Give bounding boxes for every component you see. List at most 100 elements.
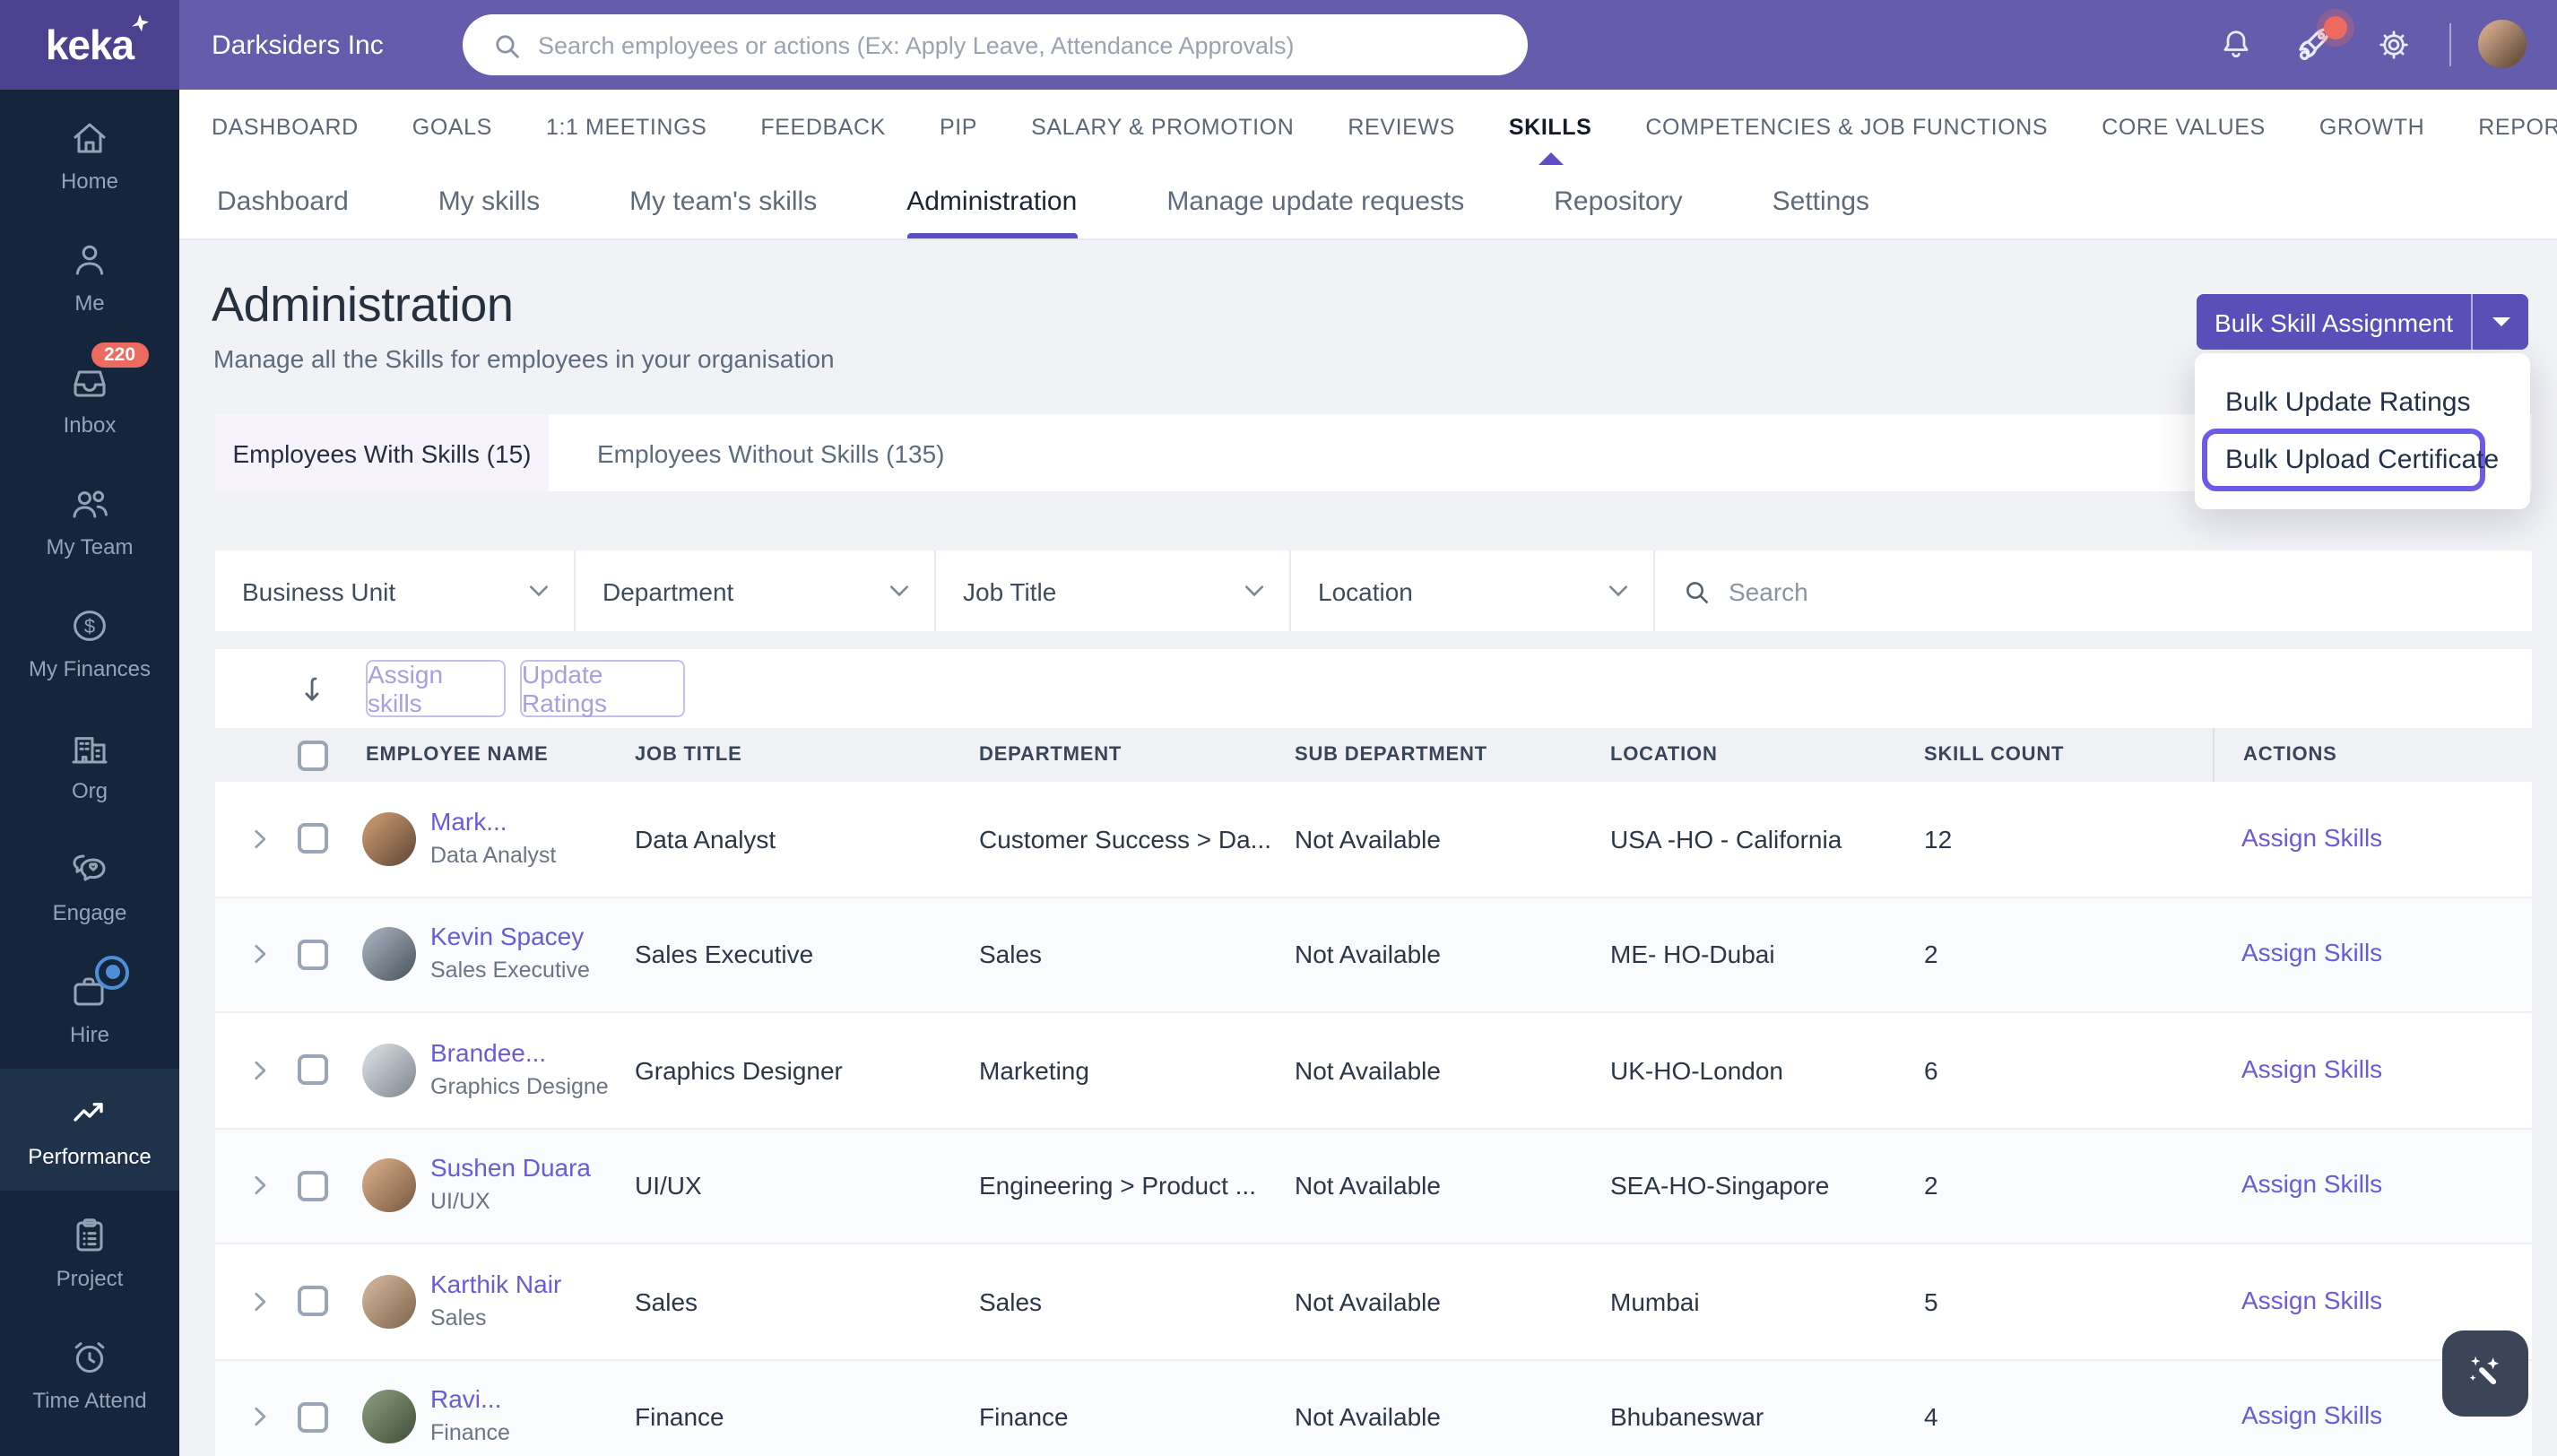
sub-nav-settings[interactable]: Settings (1773, 165, 1869, 238)
main-nav: DASHBOARD GOALS 1:1 MEETINGS FEEDBACK PI… (179, 90, 2557, 165)
main-nav-growth[interactable]: GROWTH (2319, 90, 2424, 165)
row-expand-icon[interactable] (255, 1060, 267, 1081)
sidebar-item-my-team[interactable]: My Team (0, 459, 179, 581)
assign-skills-link[interactable]: Assign Skills (2241, 939, 2382, 967)
sidebar-item-project[interactable]: Project (0, 1191, 179, 1313)
column-job-title[interactable]: JOB TITLE (635, 744, 979, 766)
main-nav-feedback[interactable]: FEEDBACK (760, 90, 886, 165)
row-expand-icon[interactable] (255, 1175, 267, 1197)
select-all-checkbox[interactable] (298, 740, 328, 770)
column-employee-name[interactable]: EMPLOYEE NAME (362, 744, 635, 766)
sort-icon[interactable] (299, 673, 326, 704)
sidebar-item-home[interactable]: Home (0, 93, 179, 215)
location-cell: SEA-HO-Singapore (1610, 1171, 1830, 1200)
employees-table-panel: Assign skills Update Ratings EMPLOYEE NA… (215, 649, 2532, 1456)
row-expand-icon[interactable] (255, 1407, 267, 1428)
column-sub-department[interactable]: SUB DEPARTMENT (1295, 744, 1610, 766)
row-expand-icon[interactable] (255, 1291, 267, 1313)
main-nav-competencies[interactable]: COMPETENCIES & JOB FUNCTIONS (1645, 90, 2048, 165)
row-expand-icon[interactable] (255, 944, 267, 966)
main-nav-salary-promotion[interactable]: SALARY & PROMOTION (1031, 90, 1294, 165)
column-actions[interactable]: ACTIONS (2213, 728, 2532, 782)
row-checkbox[interactable] (298, 1054, 328, 1086)
sidebar-item-hire[interactable]: Hire (0, 947, 179, 1069)
table-search-input[interactable]: Search (1655, 550, 2532, 631)
global-search-input[interactable]: Search employees or actions (Ex: Apply L… (463, 14, 1528, 75)
bulk-dropdown-toggle[interactable] (2471, 294, 2528, 350)
sub-nav-administration[interactable]: Administration (906, 165, 1078, 238)
row-checkbox[interactable] (298, 1286, 328, 1317)
row-checkbox[interactable] (298, 1401, 328, 1433)
bell-icon[interactable] (2216, 25, 2256, 65)
main-nav-core-values[interactable]: CORE VALUES (2102, 90, 2266, 165)
sidebar-item-time-attend[interactable]: Time Attend (0, 1313, 179, 1434)
menu-item-bulk-upload-certificate-highlight[interactable]: Bulk Upload Certificate (2202, 429, 2499, 491)
sub-department-cell: Not Available (1295, 940, 1441, 969)
sub-nav-repository[interactable]: Repository (1554, 165, 1682, 238)
employee-name-link[interactable]: Karthik Nair (430, 1270, 561, 1298)
team-icon (68, 481, 111, 524)
column-department[interactable]: DEPARTMENT (979, 744, 1295, 766)
main-nav-reviews[interactable]: REVIEWS (1348, 90, 1455, 165)
sidebar-item-me[interactable]: Me (0, 215, 179, 337)
sidebar-item-org[interactable]: Org (0, 703, 179, 825)
employee-name-link[interactable]: Brandee... (430, 1038, 546, 1067)
filter-job-title[interactable]: Job Title (936, 550, 1291, 631)
location-cell: UK-HO-London (1610, 1055, 1783, 1085)
column-skill-count[interactable]: SKILL COUNT (1924, 744, 2213, 766)
sidebar-item-my-finances[interactable]: $ My Finances (0, 581, 179, 703)
employee-subtitle: Data Analyst (430, 842, 557, 868)
gear-icon[interactable] (2374, 25, 2414, 65)
sidebar-item-engage[interactable]: Engage (0, 825, 179, 947)
tab-employees-without-skills[interactable]: Employees Without Skills (135) (549, 414, 993, 491)
employee-name-link[interactable]: Kevin Spacey (430, 923, 584, 951)
row-checkbox[interactable] (298, 939, 328, 970)
sidebar-item-performance[interactable]: Performance (0, 1069, 179, 1191)
skills-sub-nav: Dashboard My skills My team's skills Adm… (179, 165, 2557, 240)
row-checkbox[interactable] (298, 1170, 328, 1201)
main-nav-11-meetings[interactable]: 1:1 MEETINGS (546, 90, 706, 165)
ai-assistant-fab[interactable] (2442, 1330, 2528, 1417)
column-location[interactable]: LOCATION (1610, 744, 1924, 766)
main-nav-skills[interactable]: SKILLS (1509, 90, 1592, 165)
assign-skills-link[interactable]: Assign Skills (2241, 823, 2382, 852)
assign-skills-link[interactable]: Assign Skills (2241, 1401, 2382, 1430)
bulk-skill-assignment-label[interactable]: Bulk Skill Assignment (2197, 294, 2471, 350)
update-ratings-button[interactable]: Update Ratings (520, 660, 685, 717)
sub-nav-manage-update-requests[interactable]: Manage update requests (1166, 165, 1464, 238)
sub-nav-my-skills[interactable]: My skills (438, 165, 540, 238)
tab-employees-with-skills[interactable]: Employees With Skills (15) (215, 414, 549, 491)
assign-skills-button[interactable]: Assign skills (366, 660, 506, 717)
employee-name-link[interactable]: Sushen Duara (430, 1154, 591, 1183)
menu-item-bulk-upload-certificate[interactable]: Bulk Upload Certificate (2225, 445, 2499, 475)
sub-nav-dashboard[interactable]: Dashboard (217, 165, 349, 238)
table-row: Brandee... Graphics Designe Graphics Des… (215, 1013, 2532, 1129)
row-checkbox[interactable] (298, 823, 328, 854)
search-icon (1682, 576, 1711, 605)
filter-location[interactable]: Location (1291, 550, 1655, 631)
employee-name-link[interactable]: Ravi... (430, 1385, 501, 1414)
bulk-skill-assignment-button[interactable]: Bulk Skill Assignment (2197, 294, 2528, 350)
main-nav-reports[interactable]: REPORTS (2478, 90, 2557, 165)
filter-business-unit[interactable]: Business Unit (215, 550, 576, 631)
sub-nav-my-teams-skills[interactable]: My team's skills (629, 165, 817, 238)
profile-avatar[interactable] (2478, 20, 2527, 68)
location-cell: ME- HO-Dubai (1610, 940, 1775, 969)
skill-count-cell: 2 (1924, 1171, 1938, 1200)
main-nav-pip[interactable]: PIP (940, 90, 977, 165)
department-cell: Finance (979, 1402, 1069, 1432)
filter-department[interactable]: Department (576, 550, 936, 631)
main-nav-dashboard[interactable]: DASHBOARD (212, 90, 359, 165)
assign-skills-link[interactable]: Assign Skills (2241, 1170, 2382, 1199)
assign-skills-link[interactable]: Assign Skills (2241, 1054, 2382, 1083)
sidebar-item-inbox[interactable]: 220 Inbox (0, 337, 179, 459)
search-placeholder: Search employees or actions (Ex: Apply L… (538, 31, 1295, 58)
employee-skills-tabs: Employees With Skills (15) Employees Wit… (215, 414, 2532, 491)
keka-logo[interactable]: keka (46, 13, 149, 65)
employee-name-link[interactable]: Mark... (430, 807, 507, 836)
assign-skills-link[interactable]: Assign Skills (2241, 1286, 2382, 1314)
main-nav-goals[interactable]: GOALS (412, 90, 492, 165)
row-expand-icon[interactable] (255, 828, 267, 850)
location-cell: Mumbai (1610, 1287, 1700, 1316)
menu-item-bulk-update-ratings[interactable]: Bulk Update Ratings (2225, 387, 2471, 418)
